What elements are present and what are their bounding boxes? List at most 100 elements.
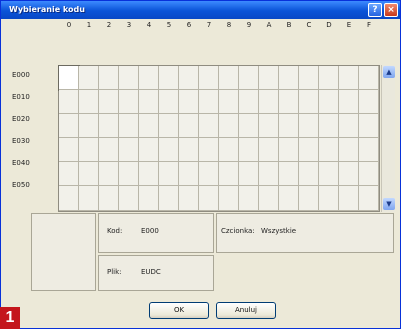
grid-cell[interactable]	[299, 186, 319, 211]
grid-cell[interactable]	[259, 162, 279, 186]
grid-cell[interactable]	[219, 162, 239, 186]
grid-cell[interactable]	[199, 66, 219, 90]
grid-cell[interactable]	[119, 186, 139, 211]
grid-cell[interactable]	[139, 138, 159, 162]
grid-cell[interactable]	[119, 90, 139, 114]
grid-cell[interactable]	[159, 66, 179, 90]
grid-cell[interactable]	[58, 65, 80, 91]
grid-cell[interactable]	[59, 138, 79, 162]
grid-cell[interactable]	[159, 114, 179, 138]
grid-cell[interactable]	[259, 66, 279, 90]
grid-cell[interactable]	[199, 162, 219, 186]
grid-cell[interactable]	[159, 186, 179, 211]
grid-cell[interactable]	[199, 114, 219, 138]
grid-cell[interactable]	[339, 186, 359, 211]
grid-cell[interactable]	[59, 114, 79, 138]
grid-cell[interactable]	[179, 90, 199, 114]
grid-cell[interactable]	[339, 90, 359, 114]
grid-cell[interactable]	[199, 90, 219, 114]
grid-cell[interactable]	[79, 90, 99, 114]
grid-cell[interactable]	[339, 114, 359, 138]
grid-cell[interactable]	[239, 66, 259, 90]
grid-cell[interactable]	[59, 186, 79, 211]
grid-cell[interactable]	[119, 114, 139, 138]
grid-cell[interactable]	[319, 162, 339, 186]
grid-cell[interactable]	[319, 114, 339, 138]
cancel-button[interactable]: Anuluj	[216, 302, 276, 319]
grid-cell[interactable]	[139, 162, 159, 186]
grid-cell[interactable]	[239, 138, 259, 162]
grid-cell[interactable]	[319, 66, 339, 90]
grid-cell[interactable]	[339, 138, 359, 162]
grid-cell[interactable]	[119, 66, 139, 90]
grid-cell[interactable]	[139, 186, 159, 211]
grid-cell[interactable]	[219, 114, 239, 138]
grid-cell[interactable]	[279, 138, 299, 162]
grid-cell[interactable]	[299, 66, 319, 90]
grid-cell[interactable]	[359, 186, 379, 211]
grid-cell[interactable]	[279, 186, 299, 211]
grid-cell[interactable]	[359, 66, 379, 90]
grid-cell[interactable]	[239, 90, 259, 114]
grid-cell[interactable]	[139, 114, 159, 138]
grid-cell[interactable]	[299, 162, 319, 186]
grid-cell[interactable]	[199, 186, 219, 211]
grid-cell[interactable]	[279, 114, 299, 138]
grid-cell[interactable]	[239, 186, 259, 211]
grid-cell[interactable]	[279, 162, 299, 186]
grid-cell[interactable]	[279, 90, 299, 114]
grid-cell[interactable]	[359, 90, 379, 114]
grid-cell[interactable]	[79, 114, 99, 138]
grid-cell[interactable]	[79, 162, 99, 186]
grid-cell[interactable]	[179, 162, 199, 186]
vertical-scrollbar[interactable]: ▲ ▼	[381, 65, 395, 212]
grid-cell[interactable]	[159, 138, 179, 162]
grid-cell[interactable]	[319, 90, 339, 114]
grid-cell[interactable]	[99, 138, 119, 162]
grid-cell[interactable]	[279, 66, 299, 90]
grid-cell[interactable]	[219, 66, 239, 90]
grid-cell[interactable]	[359, 138, 379, 162]
grid-cell[interactable]	[99, 114, 119, 138]
grid-cell[interactable]	[219, 138, 239, 162]
grid-cell[interactable]	[259, 138, 279, 162]
grid-cell[interactable]	[259, 186, 279, 211]
grid-cell[interactable]	[159, 90, 179, 114]
grid-cell[interactable]	[199, 138, 219, 162]
ok-button[interactable]: OK	[149, 302, 209, 319]
grid-cell[interactable]	[339, 162, 359, 186]
grid-cell[interactable]	[99, 66, 119, 90]
grid-cell[interactable]	[139, 90, 159, 114]
grid-cell[interactable]	[299, 138, 319, 162]
grid-cell[interactable]	[179, 66, 199, 90]
grid-cell[interactable]	[99, 162, 119, 186]
grid-cell[interactable]	[79, 66, 99, 90]
grid-cell[interactable]	[259, 90, 279, 114]
grid-cell[interactable]	[319, 186, 339, 211]
grid-cell[interactable]	[339, 66, 359, 90]
scroll-down-button[interactable]: ▼	[383, 198, 395, 210]
title-bar[interactable]: Wybieranie kodu	[1, 1, 400, 19]
scroll-up-button[interactable]: ▲	[383, 66, 395, 78]
grid-cell[interactable]	[179, 138, 199, 162]
grid-cell[interactable]	[179, 114, 199, 138]
grid-cell[interactable]	[259, 114, 279, 138]
grid-cell[interactable]	[159, 162, 179, 186]
grid-cell[interactable]	[59, 162, 79, 186]
grid-cell[interactable]	[79, 186, 99, 211]
grid-cell[interactable]	[239, 114, 259, 138]
grid-cell[interactable]	[59, 90, 79, 114]
grid-cell[interactable]	[359, 162, 379, 186]
grid-cell[interactable]	[99, 186, 119, 211]
grid-cell[interactable]	[299, 114, 319, 138]
grid-cell[interactable]	[359, 114, 379, 138]
grid-cell[interactable]	[299, 90, 319, 114]
grid-cell[interactable]	[219, 186, 239, 211]
grid-cell[interactable]	[179, 186, 199, 211]
grid-cell[interactable]	[119, 162, 139, 186]
grid-cell[interactable]	[99, 90, 119, 114]
grid-cell[interactable]	[219, 90, 239, 114]
close-button[interactable]: ×	[384, 3, 398, 17]
grid-cell[interactable]	[119, 138, 139, 162]
grid-cell[interactable]	[139, 66, 159, 90]
